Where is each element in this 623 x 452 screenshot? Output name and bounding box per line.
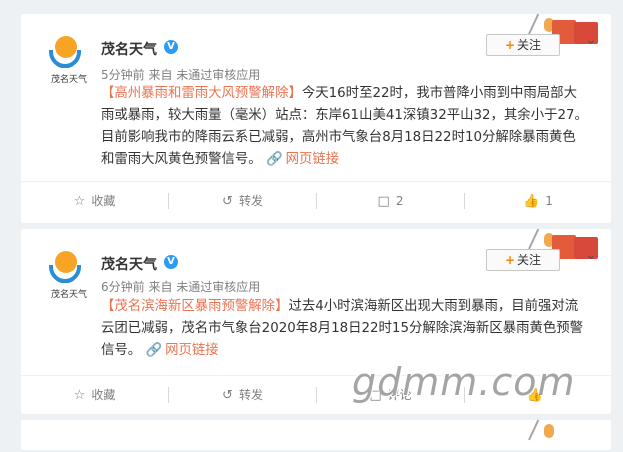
repost-label: 转发	[238, 194, 263, 208]
topic-link[interactable]: 【茂名滨海新区暴雨预警解除】	[101, 299, 288, 314]
weibo-post	[21, 419, 611, 452]
web-link[interactable]: 🔗 网页链接	[145, 343, 218, 358]
text-line: 过去4小时滨海新区出现大雨到暴雨，目前强对流	[288, 299, 579, 314]
star-icon: ☆	[73, 388, 86, 403]
follow-button[interactable]: + 关注	[486, 249, 560, 271]
text-line: 信号。	[101, 343, 142, 358]
web-link[interactable]: 🔗 网页链接	[266, 152, 339, 167]
web-link-label: 网页链接	[165, 343, 219, 358]
post-time[interactable]: 6分钟前	[101, 280, 145, 294]
repost-icon: ↺	[222, 388, 233, 403]
post-text: 【茂名滨海新区暴雨预警解除】过去4小时滨海新区出现大雨到暴雨，目前强对流 云团已…	[101, 296, 606, 362]
post-source: 来自 未通过审核应用	[148, 68, 261, 82]
comment-icon: □	[377, 194, 390, 209]
weibo-post: 茂名天气 茂名天气 V 5分钟前 来自 未通过审核应用 + 关注 ⌄ 【高州暴雨和…	[21, 13, 611, 223]
repost-button[interactable]: ↺ 转发	[169, 376, 316, 414]
post-source: 来自 未通过审核应用	[148, 280, 261, 294]
comment-count: 2	[395, 194, 404, 208]
site-watermark: gdmm.com	[352, 360, 576, 404]
festival-decoration	[524, 419, 604, 452]
avatar[interactable]: 茂名天气	[47, 251, 87, 300]
text-line: 目前影响我市的降雨云系已减弱，高州市气象台8月18日22时10分解除暴雨黄色	[101, 130, 576, 145]
repost-button[interactable]: ↺ 转发	[169, 182, 316, 220]
verified-badge-icon: V	[164, 40, 178, 54]
follow-button[interactable]: + 关注	[486, 34, 560, 56]
avatar-logo-text: 茂名天气	[50, 290, 87, 300]
repost-icon: ↺	[222, 194, 233, 209]
post-meta: 5分钟前 来自 未通过审核应用	[101, 66, 260, 83]
account-name[interactable]: 茂名天气	[101, 39, 157, 59]
favorite-label: 收藏	[91, 194, 116, 208]
verified-badge-icon: V	[164, 255, 178, 269]
text-line: 雨或暴雨，较大雨量（毫米）站点：东岸61山美41深镇32平山32，其余小于27。	[101, 108, 588, 123]
post-actions: ☆ 收藏 ↺ 转发 □ 2 👍 1	[21, 181, 611, 220]
avatar-logo-text: 茂名天气	[50, 75, 87, 85]
thumb-up-icon: 👍	[523, 194, 540, 209]
plus-icon: +	[504, 253, 516, 267]
text-line: 和雷雨大风黄色预警信号。	[101, 152, 262, 167]
web-link-label: 网页链接	[285, 152, 340, 167]
follow-label: 关注	[517, 38, 542, 52]
star-icon: ☆	[73, 194, 86, 209]
text-line: 云团已减弱，茂名市气象台2020年8月18日22时15分解除滨海新区暴雨黄色预警	[101, 321, 584, 336]
comment-button[interactable]: □ 2	[317, 182, 464, 220]
text-line: 今天16时至22时，我市普降小雨到中雨局部大	[301, 86, 577, 101]
topic-link[interactable]: 【高州暴雨和雷雨大风预警解除】	[101, 86, 302, 101]
post-text: 【高州暴雨和雷雨大风预警解除】今天16时至22时，我市普降小雨到中雨局部大 雨或…	[101, 83, 606, 171]
favorite-button[interactable]: ☆ 收藏	[21, 182, 168, 220]
like-count: 1	[545, 194, 553, 208]
post-time[interactable]: 5分钟前	[101, 68, 145, 82]
chevron-down-icon[interactable]: ⌄	[585, 32, 597, 48]
account-name[interactable]: 茂名天气	[101, 254, 157, 274]
like-button[interactable]: 👍 1	[465, 182, 611, 220]
post-meta: 6分钟前 来自 未通过审核应用	[101, 278, 260, 295]
repost-label: 转发	[238, 388, 263, 402]
plus-icon: +	[504, 38, 516, 52]
link-icon: 🔗	[145, 343, 163, 358]
favorite-button[interactable]: ☆ 收藏	[21, 376, 168, 414]
avatar[interactable]: 茂名天气	[47, 36, 87, 85]
link-icon: 🔗	[265, 152, 283, 167]
follow-label: 关注	[517, 253, 542, 267]
favorite-label: 收藏	[91, 388, 116, 402]
chevron-down-icon[interactable]: ⌄	[585, 247, 597, 263]
